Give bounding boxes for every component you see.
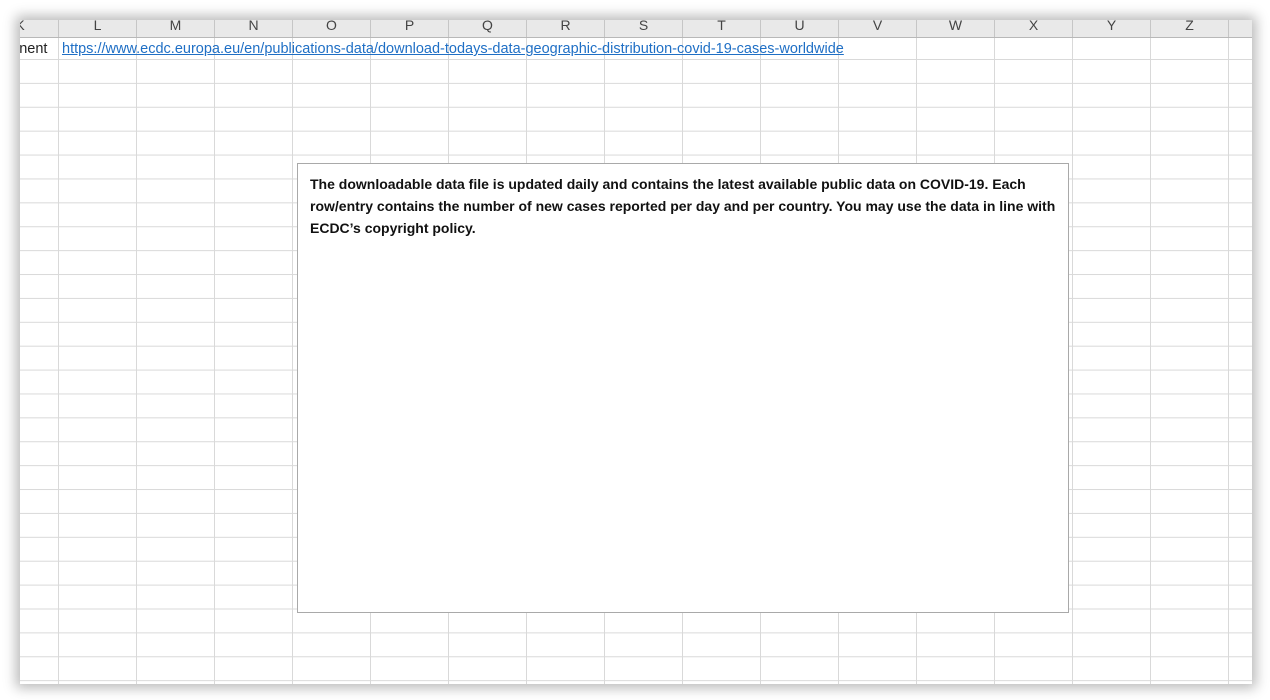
spreadsheet-area: K L M N O P Q R S T U V W X Y Z (20, 20, 1252, 684)
column-header-bar: K L M N O P Q R S T U V W X Y Z (20, 20, 1252, 38)
column-header-w[interactable]: W (917, 20, 995, 37)
column-header-n[interactable]: N (215, 20, 293, 37)
column-header-r[interactable]: R (527, 20, 605, 37)
gridline (292, 38, 293, 684)
gridline (1072, 38, 1073, 684)
gridline (1228, 38, 1229, 684)
gridline (1150, 38, 1151, 684)
info-text: The downloadable data file is updated da… (310, 176, 1056, 236)
cell-k1-continent-label[interactable]: inent (20, 41, 47, 57)
column-header-u[interactable]: U (761, 20, 839, 37)
info-text-box[interactable]: The downloadable data file is updated da… (297, 163, 1069, 613)
column-header-q[interactable]: Q (449, 20, 527, 37)
column-header-s[interactable]: S (605, 20, 683, 37)
column-header-m[interactable]: M (137, 20, 215, 37)
column-header-z[interactable]: Z (1151, 20, 1229, 37)
column-header-p[interactable]: P (371, 20, 449, 37)
column-header-o[interactable]: O (293, 20, 371, 37)
column-header-l[interactable]: L (59, 20, 137, 37)
column-header-x[interactable]: X (995, 20, 1073, 37)
gridline (58, 38, 59, 684)
screenshot-frame: K L M N O P Q R S T U V W X Y Z (0, 0, 1270, 700)
column-header-t[interactable]: T (683, 20, 761, 37)
column-header-k[interactable]: K (20, 20, 59, 37)
gridline (214, 38, 215, 684)
column-header-y[interactable]: Y (1073, 20, 1151, 37)
ecdc-data-hyperlink[interactable]: https://www.ecdc.europa.eu/en/publicatio… (62, 41, 844, 57)
column-header-v[interactable]: V (839, 20, 917, 37)
gridline (136, 38, 137, 684)
